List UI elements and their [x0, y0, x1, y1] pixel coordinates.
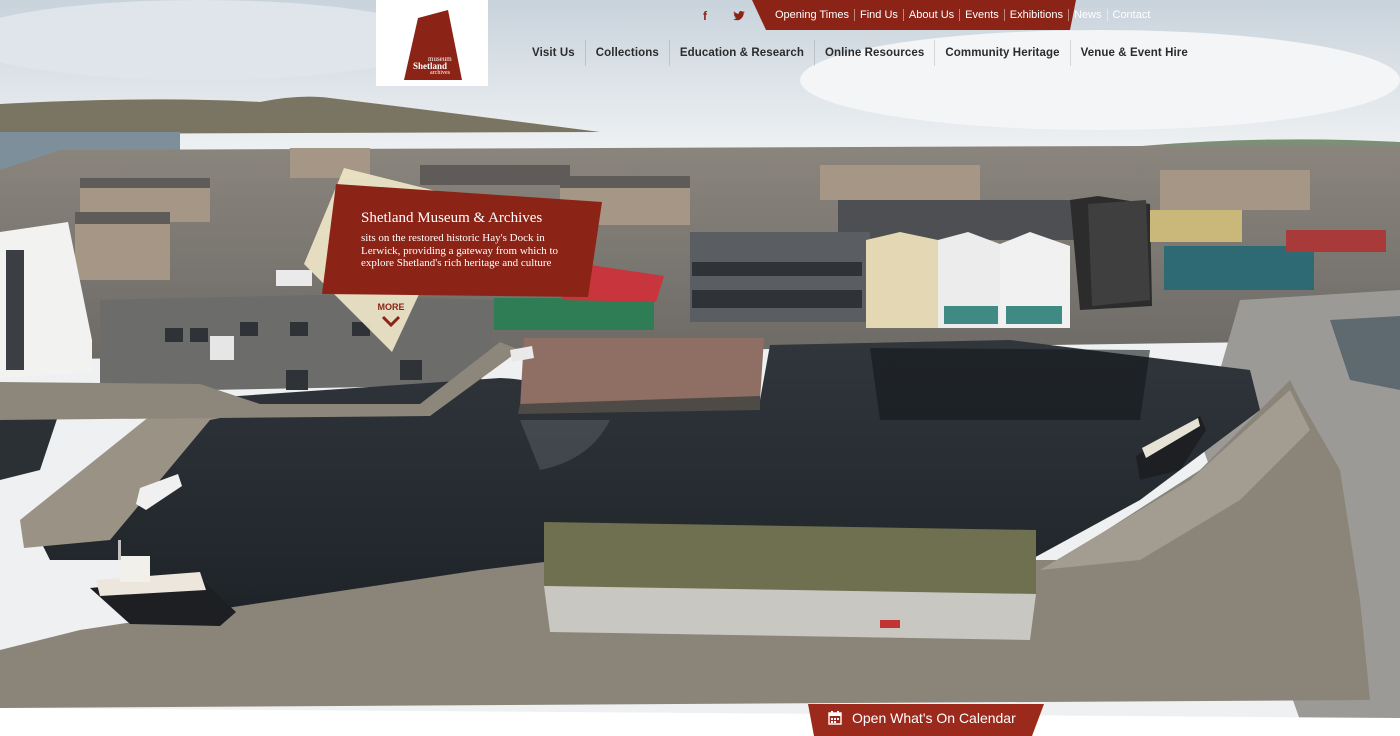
- callout-title: Shetland Museum & Archives: [361, 210, 543, 226]
- top-link-find-us[interactable]: Find Us: [853, 9, 903, 21]
- nav-community-heritage[interactable]: Community Heritage: [934, 40, 1069, 66]
- chevron-down-icon[interactable]: [381, 314, 401, 328]
- nav-visit-us[interactable]: Visit Us: [522, 40, 585, 66]
- nav-collections[interactable]: Collections: [584, 40, 669, 66]
- nav-online-resources[interactable]: Online Resources: [813, 40, 934, 66]
- top-link-exhibitions[interactable]: Exhibitions: [1003, 9, 1068, 21]
- top-links: Opening Times Find Us About Us Events Ex…: [770, 0, 1155, 30]
- top-link-contact[interactable]: Contact: [1106, 9, 1156, 21]
- nav-venue-event-hire[interactable]: Venue & Event Hire: [1069, 40, 1198, 66]
- callout-description: sits on the restored historic Hay's Dock…: [361, 232, 559, 269]
- top-link-about-us[interactable]: About Us: [902, 9, 959, 21]
- top-link-news[interactable]: News: [1067, 9, 1107, 21]
- top-link-events[interactable]: Events: [959, 9, 1004, 21]
- logo-text-archives: archives: [430, 70, 450, 76]
- calendar-icon: [828, 711, 842, 725]
- main-nav: Visit Us Collections Education & Researc…: [522, 40, 1198, 66]
- open-calendar-label[interactable]: Open What's On Calendar: [852, 710, 1016, 726]
- hero-photo: [0, 0, 1400, 720]
- twitter-icon[interactable]: [732, 9, 746, 23]
- top-link-opening-times[interactable]: Opening Times: [770, 9, 854, 21]
- bottom-edge: [0, 708, 1400, 736]
- facebook-icon[interactable]: f: [698, 9, 712, 23]
- more-link[interactable]: MORE: [376, 302, 406, 312]
- nav-education-research[interactable]: Education & Research: [668, 40, 814, 66]
